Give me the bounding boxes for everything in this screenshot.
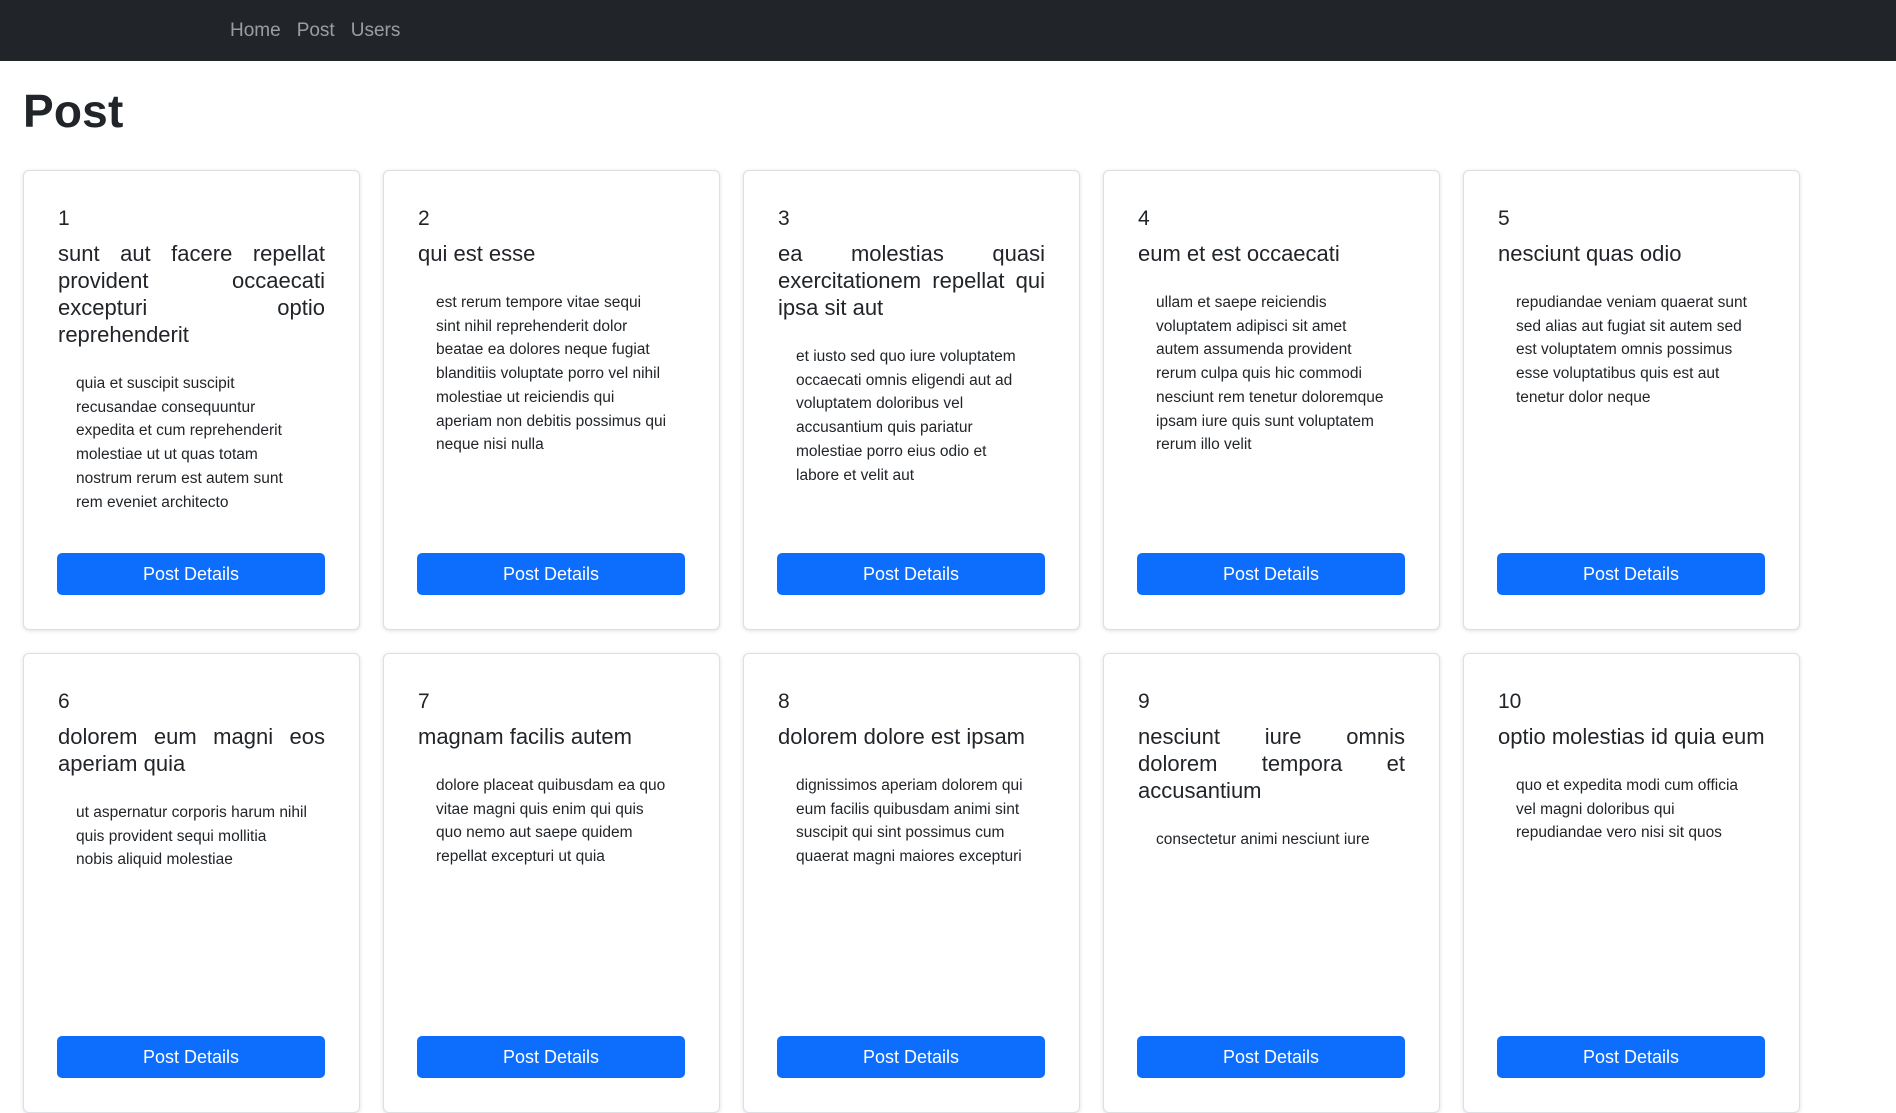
post-body: dolore placeat quibusdam ea quo vitae ma…: [436, 777, 666, 866]
post-details-button[interactable]: Post Details: [777, 1036, 1045, 1078]
post-title: nesciunt quas odio: [1498, 241, 1682, 266]
post-details-button[interactable]: Post Details: [417, 553, 685, 595]
post-details-button[interactable]: Post Details: [57, 553, 325, 595]
post-details-button[interactable]: Post Details: [777, 553, 1045, 595]
post-title: magnam facilis autem: [418, 724, 632, 749]
post-title: eum et est occaecati: [1138, 241, 1340, 266]
post-card: 4 eum et est occaecati ullam et saepe reic…: [1103, 170, 1440, 630]
post-body: quo et expedita modi cum officia vel mag…: [1516, 777, 1739, 842]
post-card: 9 nesciunt iure omnis dolorem tempora et …: [1103, 653, 1440, 1113]
post-id: 3: [778, 207, 790, 230]
post-body: est rerum tempore vitae sequi sint nihil…: [436, 294, 667, 454]
post-card: 2 qui est esse est rerum tempore vitae seq…: [383, 170, 720, 630]
post-id: 1: [58, 207, 70, 230]
nav-link-home[interactable]: Home: [230, 20, 281, 42]
nav-link-users[interactable]: Users: [351, 20, 401, 42]
top-navbar: Home Post Users: [0, 0, 1896, 61]
post-body: dignissimos aperiam dolorem qui eum faci…: [796, 777, 1023, 866]
post-details-button[interactable]: Post Details: [1497, 1036, 1765, 1078]
post-id: 8: [778, 690, 790, 713]
nav-link-post[interactable]: Post: [297, 20, 335, 42]
post-title: dolorem dolore est ipsam: [778, 724, 1026, 749]
post-details-button[interactable]: Post Details: [1137, 1036, 1405, 1078]
post-body: et iusto sed quo iure voluptatem occaeca…: [796, 348, 1016, 484]
post-body: ut aspernatur corporis harum nihil quis …: [76, 804, 307, 869]
post-title: nesciunt iure omnis dolorem tempora et a…: [1138, 724, 1405, 803]
post-card: 3 ea molestias quasi exercitationem repel…: [743, 170, 1080, 630]
post-title: sunt aut facere repellat provident occae…: [58, 241, 325, 347]
page-title: Post: [23, 85, 124, 137]
post-body: quia et suscipit suscipit recusandae con…: [76, 375, 283, 511]
post-id: 5: [1498, 207, 1510, 230]
post-title: optio molestias id quia eum: [1498, 724, 1765, 749]
post-details-button[interactable]: Post Details: [57, 1036, 325, 1078]
post-id: 6: [58, 690, 70, 713]
post-title: qui est esse: [418, 241, 536, 266]
post-id: 4: [1138, 207, 1150, 230]
post-title: ea molestias quasi exercitationem repell…: [778, 241, 1045, 320]
post-card: 6 dolorem eum magni eos aperiam quia ut as…: [23, 653, 360, 1113]
post-id: 2: [418, 207, 430, 230]
post-card: 1 sunt aut facere repellat provident occa…: [23, 170, 360, 630]
post-card: 8 dolorem dolore est ipsam dignissimos ape…: [743, 653, 1080, 1113]
post-id: 9: [1138, 690, 1150, 713]
post-id: 7: [418, 690, 430, 713]
post-id: 10: [1498, 690, 1522, 713]
post-card: 10 optio molestias id quia eum quo et expe…: [1463, 653, 1800, 1113]
post-card: 5 nesciunt quas odio repudiandae veniam qu…: [1463, 170, 1800, 630]
post-title: dolorem eum magni eos aperiam quia: [58, 724, 325, 776]
post-card: 7 magnam facilis autem dolore placeat quib…: [383, 653, 720, 1113]
post-body: repudiandae veniam quaerat sunt sed alia…: [1516, 294, 1747, 406]
nav-links: Home Post Users: [230, 0, 416, 61]
post-details-button[interactable]: Post Details: [1137, 553, 1405, 595]
post-body: consectetur animi nesciunt iure: [1156, 831, 1370, 848]
post-details-button[interactable]: Post Details: [417, 1036, 685, 1078]
post-details-button[interactable]: Post Details: [1497, 553, 1765, 595]
post-body: ullam et saepe reiciendis voluptatem adi…: [1156, 294, 1384, 454]
